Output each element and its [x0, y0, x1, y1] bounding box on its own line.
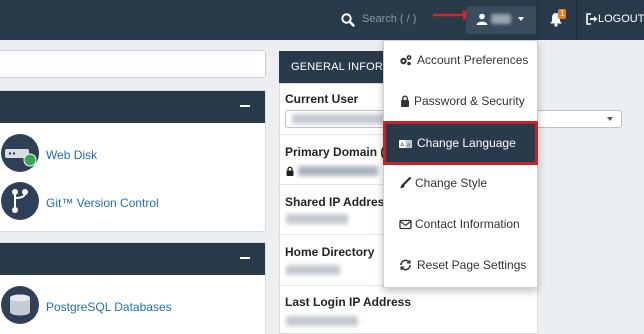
panel-header [0, 91, 265, 123]
last-login-ip-value [286, 316, 358, 326]
primary-domain-label: Primary Domain ( [285, 145, 385, 159]
user-icon [476, 13, 488, 25]
logout-icon[interactable] [586, 13, 598, 25]
svg-text:A: A [400, 142, 404, 148]
lock-icon [286, 166, 294, 176]
menu-item-label: Contact Information [415, 217, 520, 231]
shared-ip-label: Shared IP Address [285, 195, 392, 209]
primary-domain-value [298, 166, 378, 176]
panel-header [0, 243, 265, 275]
menu-item-label: Account Preferences [417, 53, 529, 67]
git-version-control-link[interactable]: Git™ Version Control [46, 196, 159, 210]
gears-icon [400, 55, 412, 66]
collapse-icon[interactable] [240, 105, 250, 107]
menu-item-reset-page-settings[interactable]: Reset Page Settings [383, 245, 538, 285]
menu-item-password-security[interactable]: Password & Security [383, 81, 538, 121]
top-navbar [0, 0, 644, 40]
envelope-icon [399, 219, 412, 230]
search-input[interactable]: Search ( / ) [362, 12, 416, 26]
git-icon[interactable] [1, 182, 39, 220]
refresh-icon [400, 259, 411, 271]
collapse-icon[interactable] [240, 257, 250, 259]
current-user-label: Current User [285, 92, 359, 106]
home-directory-label: Home Directory [285, 245, 375, 259]
username-redacted [491, 14, 511, 24]
chevron-down-icon [518, 17, 524, 21]
logout-button[interactable]: LOGOUT [598, 12, 644, 26]
navbar-divider [576, 0, 577, 40]
postgresql-icon[interactable] [1, 286, 39, 324]
menu-item-label: Change Language [417, 136, 516, 150]
select-chevron-icon [607, 117, 613, 121]
shared-ip-value [286, 214, 348, 224]
menu-item-change-language[interactable]: A a Change Language [383, 121, 538, 165]
menu-item-change-style[interactable]: Change Style [383, 163, 538, 203]
search-icon[interactable] [340, 12, 356, 28]
lock-icon [401, 95, 409, 107]
files-panel [0, 90, 266, 232]
navbar-divider [537, 0, 538, 40]
postgresql-databases-link[interactable]: PostgreSQL Databases [46, 300, 172, 314]
language-icon: A a [399, 140, 412, 148]
menu-item-contact-information[interactable]: Contact Information [383, 204, 538, 244]
notification-badge: 1 [558, 9, 567, 19]
databases-panel [0, 242, 266, 334]
menu-item-account-preferences[interactable]: Account Preferences [383, 40, 538, 80]
menu-item-label: Reset Page Settings [417, 258, 527, 272]
menu-item-label: Password & Security [414, 94, 525, 108]
tool-search-input[interactable] [0, 50, 266, 78]
web-disk-link[interactable]: Web Disk [46, 148, 97, 162]
home-directory-value [286, 265, 340, 275]
web-disk-icon[interactable] [1, 134, 39, 172]
paintbrush-icon [400, 177, 412, 189]
last-login-ip-label: Last Login IP Address [285, 295, 412, 309]
menu-item-label: Change Style [415, 176, 488, 190]
